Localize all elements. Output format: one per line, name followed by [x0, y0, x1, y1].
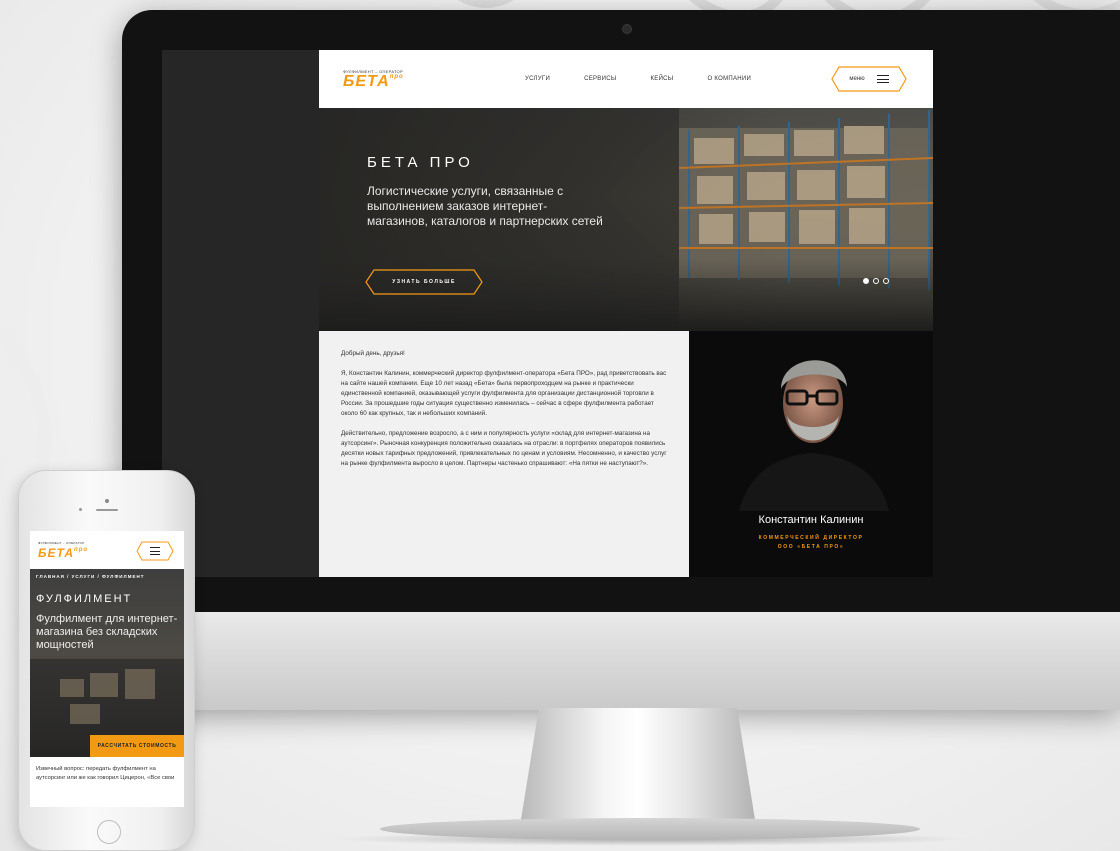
- menu-button[interactable]: меню: [831, 66, 907, 92]
- menu-button-frame: [831, 66, 907, 92]
- learn-more-label: узнать больше: [392, 279, 456, 285]
- logo-text: БЕТАпро: [343, 72, 404, 90]
- mobile-logo[interactable]: БЕТАпро: [38, 547, 88, 559]
- monitor-camera: [622, 24, 632, 34]
- letter-paragraph-2: Действительно, предложение возросло, а с…: [341, 430, 667, 467]
- monitor-stand: [520, 708, 756, 826]
- director-company: ООО «Бета про»: [777, 544, 845, 550]
- menu-label: меню: [849, 76, 865, 82]
- calculate-cost-button[interactable]: рассчитать стоимость: [90, 735, 184, 757]
- director-role: коммерческий директор ООО «Бета про»: [689, 534, 933, 552]
- phone-speaker: [96, 509, 118, 511]
- home-button[interactable]: [97, 820, 121, 844]
- phone-camera: [105, 499, 109, 503]
- director-photo: [689, 331, 933, 511]
- slider-dot-1[interactable]: [863, 278, 869, 284]
- mobile-logo-tagline: фулфилмент – оператор: [38, 541, 85, 545]
- mobile-phone: фулфилмент – оператор БЕТАпро главная / …: [18, 470, 195, 851]
- main-nav: услуги сервисы кейсы о компании: [525, 76, 751, 82]
- nav-item-cases[interactable]: кейсы: [650, 76, 673, 82]
- hamburger-icon: [876, 75, 889, 84]
- nav-item-tools[interactable]: сервисы: [584, 76, 616, 82]
- hamburger-icon: [150, 547, 160, 556]
- monitor-base: [380, 818, 920, 840]
- mobile-header: фулфилмент – оператор БЕТАпро: [30, 531, 184, 569]
- phone-sensor: [79, 508, 82, 511]
- director-letter: Добрый день, друзья! Я, Константин Калин…: [319, 331, 689, 577]
- site-header: фулфилмент – оператор БЕТАпро услуги сер…: [319, 50, 933, 108]
- nav-item-services[interactable]: услуги: [525, 76, 550, 82]
- slider-dots: [863, 278, 889, 284]
- monitor-chin: [122, 612, 1120, 710]
- slider-dot-2[interactable]: [873, 278, 879, 284]
- learn-more-button[interactable]: узнать больше: [365, 269, 483, 295]
- breadcrumb[interactable]: главная / услуги / фулфилмент: [36, 574, 144, 579]
- nav-item-about[interactable]: о компании: [707, 76, 751, 82]
- hero-title: БЕТА ПРО: [367, 154, 474, 171]
- mobile-intro-text: Извечный вопрос: передать фулфилмент на …: [36, 766, 175, 781]
- mobile-hero-title: ФУЛФИЛМЕНТ: [36, 593, 133, 605]
- director-section: Добрый день, друзья! Я, Константин Калин…: [319, 331, 933, 577]
- hero-subtitle: Логистические услуги, связанные с выполн…: [367, 184, 603, 228]
- mobile-hero-subtitle: Фулфилмент для интернет-магазина без скл…: [36, 613, 178, 651]
- monitor-screen: фулфилмент – оператор БЕТАпро услуги сер…: [162, 50, 933, 577]
- mobile-menu-button[interactable]: [136, 541, 174, 561]
- mobile-website: фулфилмент – оператор БЕТАпро главная / …: [30, 531, 184, 807]
- logo[interactable]: фулфилмент – оператор БЕТАпро: [343, 69, 461, 90]
- slider-dot-3[interactable]: [883, 278, 889, 284]
- director-role-title: коммерческий директор: [758, 535, 864, 541]
- director-name: Константин Калинин: [758, 514, 864, 526]
- hero-slider: БЕТА ПРО Логистические услуги, связанные…: [319, 108, 933, 331]
- letter-greeting: Добрый день, друзья!: [341, 350, 405, 357]
- letter-paragraph-1: Я, Константин Калинин, коммерческий дире…: [341, 370, 667, 417]
- director-card: Константин Калинин коммерческий директор…: [689, 331, 933, 577]
- desktop-website: фулфилмент – оператор БЕТАпро услуги сер…: [319, 50, 933, 577]
- mobile-hero: главная / услуги / фулфилмент ФУЛФИЛМЕНТ…: [30, 569, 184, 757]
